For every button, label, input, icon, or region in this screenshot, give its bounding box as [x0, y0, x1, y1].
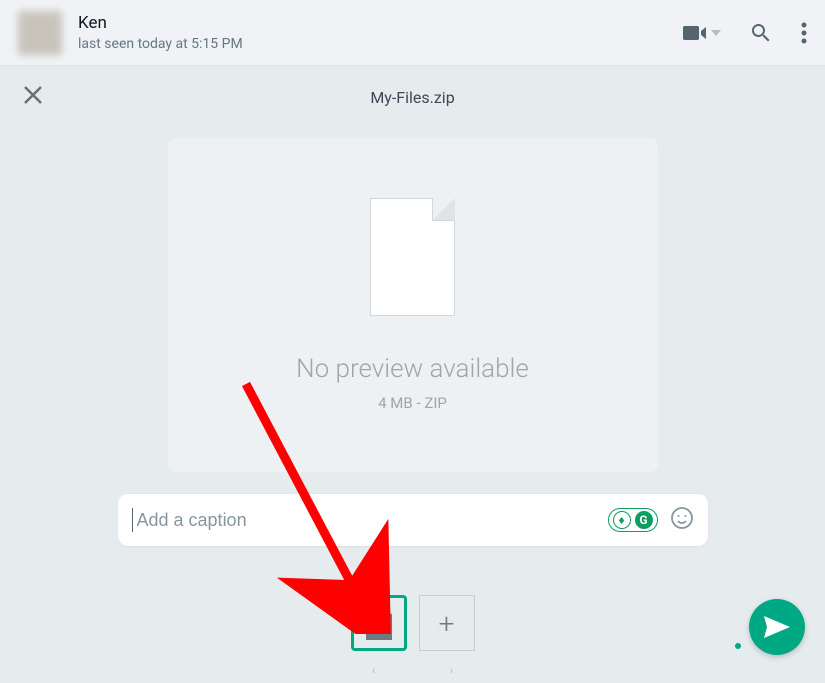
emoji-button[interactable] — [670, 506, 694, 534]
attachment-thumb[interactable] — [351, 595, 407, 651]
extension-badge[interactable]: ♦ G — [608, 508, 658, 532]
chevron-down-icon — [711, 30, 721, 36]
smiley-icon — [670, 506, 694, 530]
contact-name: Ken — [78, 13, 683, 33]
search-button[interactable] — [749, 21, 773, 45]
document-icon — [370, 198, 455, 316]
file-icon — [366, 606, 392, 640]
chat-header: Ken last seen today at 5:15 PM — [0, 0, 825, 66]
caption-bar: ♦ G — [118, 494, 708, 546]
file-name: My-Files.zip — [0, 88, 825, 107]
no-preview-text: No preview available — [296, 354, 529, 384]
menu-button[interactable] — [801, 22, 807, 44]
video-icon — [683, 24, 707, 42]
contact-info[interactable]: Ken last seen today at 5:15 PM — [78, 13, 683, 51]
header-actions — [683, 21, 807, 45]
nav-indicators: ‹› — [372, 663, 453, 677]
search-icon — [749, 21, 773, 45]
badge-icon: ♦ — [613, 511, 631, 529]
kebab-menu-icon — [801, 22, 807, 44]
attachment-panel: My-Files.zip No preview available 4 MB -… — [0, 66, 825, 683]
avatar[interactable] — [18, 11, 62, 55]
send-icon — [764, 616, 790, 638]
status-dot — [735, 643, 741, 649]
file-meta: 4 MB - ZIP — [378, 394, 447, 412]
add-attachment-button[interactable]: + — [419, 595, 475, 651]
video-call-button[interactable] — [683, 24, 721, 42]
attachment-thumbnails: + — [351, 595, 475, 651]
last-seen: last seen today at 5:15 PM — [78, 36, 683, 52]
send-button[interactable] — [749, 599, 805, 655]
badge-icon: G — [635, 511, 653, 529]
plus-icon: + — [439, 607, 455, 640]
caption-input[interactable] — [132, 508, 608, 532]
preview-card: No preview available 4 MB - ZIP — [168, 138, 658, 472]
